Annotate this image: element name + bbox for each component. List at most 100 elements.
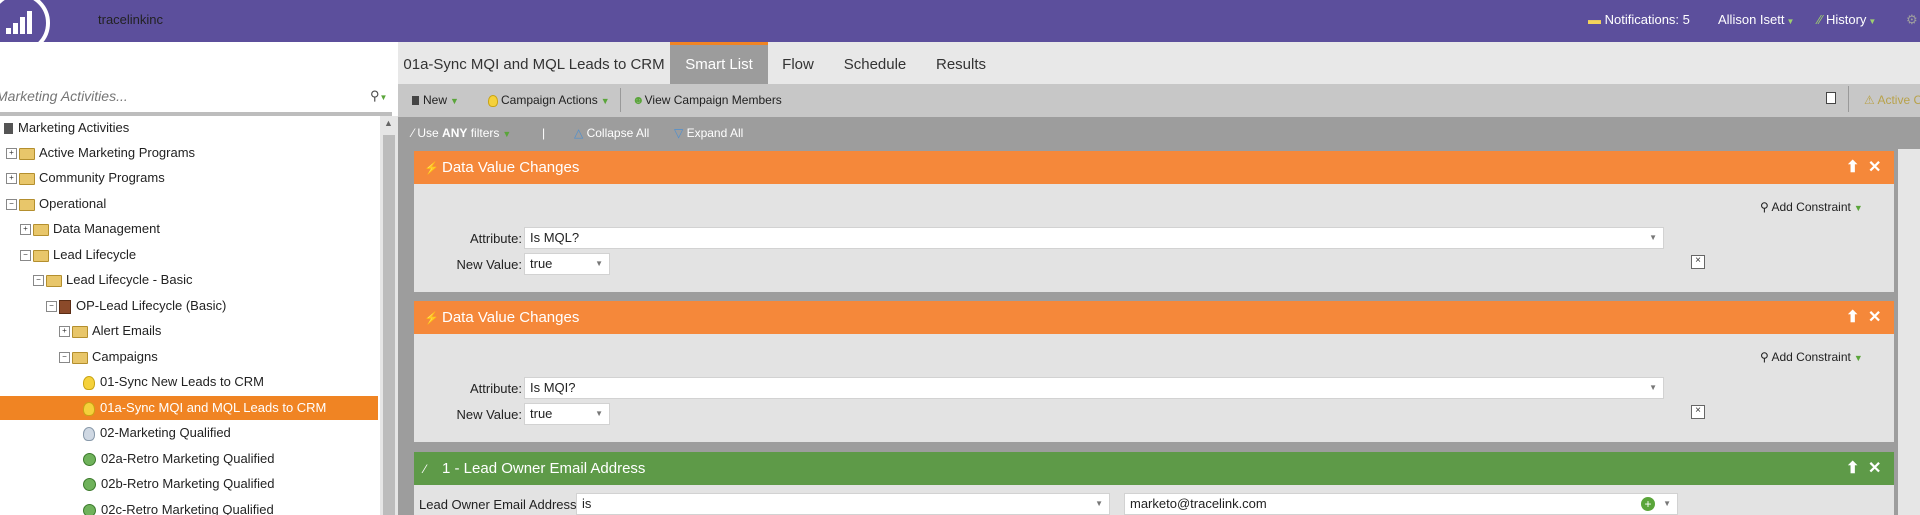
filter-wand-icon[interactable]: ⚲▼: [370, 88, 387, 104]
filter-wand-icon: ⁄: [424, 462, 427, 476]
program-icon: [59, 299, 71, 314]
toolbar-divider: [1848, 86, 1849, 112]
active-status[interactable]: ⚠ Active C: [1864, 93, 1920, 107]
attribute-label: Attribute:: [469, 231, 522, 246]
collapse-icon[interactable]: −: [6, 199, 17, 211]
new-value-label: New Value:: [456, 407, 522, 422]
collapse-all-button[interactable]: △ Collapse All: [574, 126, 649, 140]
tree-item-01a-sync-mqi-mql[interactable]: 01a-Sync MQI and MQL Leads to CRM: [0, 396, 378, 420]
chevron-down-icon: ▼: [1853, 203, 1863, 213]
tab-campaign[interactable]: 01a-Sync MQI and MQL Leads to CRM: [398, 42, 670, 84]
warning-icon: ⚠: [1864, 93, 1875, 107]
move-up-icon[interactable]: ⬆: [1846, 301, 1859, 334]
user-name: Allison Isett: [1718, 12, 1785, 27]
add-value-icon[interactable]: +: [1641, 497, 1655, 511]
view-campaign-members-button[interactable]: ☻View Campaign Members: [632, 93, 782, 107]
folder-icon: [46, 274, 62, 287]
collapse-icon: △: [574, 126, 584, 140]
root-icon: [4, 123, 13, 135]
trigger-header[interactable]: ⚡ Data Value Changes ⬆ ✕: [414, 301, 1894, 334]
collapse-icon[interactable]: −: [46, 301, 57, 313]
close-icon[interactable]: ✕: [1868, 301, 1881, 334]
folder-icon: [72, 325, 88, 338]
tab-smart-list[interactable]: Smart List: [670, 42, 768, 84]
new-icon: [412, 96, 419, 106]
tree-item-active-marketing-programs[interactable]: + Active Marketing Programs: [6, 141, 195, 165]
expand-icon[interactable]: +: [59, 326, 70, 338]
campaign-actions-button[interactable]: Campaign Actions ▼: [488, 93, 610, 107]
chevron-down-icon: ▼: [1649, 383, 1657, 392]
trigger-icon: ⚡: [424, 311, 439, 325]
user-menu[interactable]: Allison Isett ▼: [1718, 12, 1794, 27]
new-value-select[interactable]: true ▼: [524, 403, 610, 425]
tree-item-operational[interactable]: − Operational: [6, 192, 106, 216]
add-constraint-button[interactable]: ⚲ Add Constraint ▼: [1760, 350, 1863, 364]
collapse-icon[interactable]: −: [33, 275, 44, 287]
close-icon[interactable]: ✕: [1868, 452, 1881, 485]
tree-item-02a-retro[interactable]: 02a-Retro Marketing Qualified: [83, 447, 274, 471]
expand-icon[interactable]: +: [6, 173, 17, 185]
folder-icon: [19, 172, 35, 185]
campaign-icon: [83, 401, 95, 416]
print-icon[interactable]: [1826, 92, 1836, 104]
new-button[interactable]: New ▼: [412, 93, 459, 107]
chevron-down-icon: ▼: [1649, 233, 1657, 242]
campaign-icon: [83, 375, 95, 390]
tree-item-lead-lifecycle[interactable]: − Lead Lifecycle: [20, 243, 136, 267]
attribute-select[interactable]: Is MQI? ▼: [524, 377, 1664, 399]
chevron-down-icon: ▼: [1868, 17, 1877, 26]
filter-palette-pane: [1898, 149, 1920, 515]
chevron-down-icon: ▼: [1663, 499, 1671, 508]
close-icon[interactable]: ✕: [1868, 151, 1881, 184]
expand-all-button[interactable]: ▽ Expand All: [674, 126, 743, 140]
tree-item-community-programs[interactable]: + Community Programs: [6, 166, 165, 190]
scroll-up-icon[interactable]: ▲: [384, 118, 393, 128]
tree-item-op-lead-lifecycle-basic[interactable]: − OP-Lead Lifecycle (Basic): [46, 294, 226, 318]
expand-icon[interactable]: +: [6, 148, 17, 160]
notifications-link[interactable]: ▬ Notifications: 5: [1588, 12, 1690, 27]
tab-schedule[interactable]: Schedule: [828, 42, 922, 84]
filter-title: 1 - Lead Owner Email Address: [442, 460, 646, 477]
tab-results[interactable]: Results: [922, 42, 1000, 84]
trigger-title: Data Value Changes: [442, 159, 580, 176]
remove-constraint-icon[interactable]: ×: [1691, 405, 1705, 419]
trigger-header[interactable]: ⚡ Data Value Changes ⬆ ✕: [414, 151, 1894, 184]
scrollbar-thumb[interactable]: [383, 135, 395, 515]
attribute-select[interactable]: Is MQL? ▼: [524, 227, 1664, 249]
tree-item-campaigns[interactable]: − Campaigns: [59, 345, 158, 369]
tree-item-marketing-activities[interactable]: Marketing Activities: [4, 116, 129, 140]
attribute-label: Attribute:: [469, 381, 522, 396]
move-up-icon[interactable]: ⬆: [1846, 151, 1859, 184]
use-any-filters-button[interactable]: ⁄ Use ANY filters ▼: [412, 126, 511, 140]
operator-select[interactable]: is ▼: [576, 493, 1110, 515]
history-label: History: [1825, 12, 1867, 27]
wand-icon: ⁄: [412, 126, 415, 140]
new-value-select[interactable]: true ▼: [524, 253, 610, 275]
toolbar-divider: [620, 88, 621, 112]
tree-item-data-management[interactable]: + Data Management: [20, 217, 160, 241]
settings-icon[interactable]: ⚙: [1906, 12, 1918, 28]
email-value-field[interactable]: marketo@tracelink.com + ▼: [1124, 493, 1678, 515]
tree-item-lead-lifecycle-basic[interactable]: − Lead Lifecycle - Basic: [33, 268, 192, 292]
remove-constraint-icon[interactable]: ×: [1691, 255, 1705, 269]
tree-item-02-marketing-qualified[interactable]: 02-Marketing Qualified: [83, 421, 231, 445]
collapse-icon[interactable]: −: [59, 352, 70, 364]
tree-item-02b-retro[interactable]: 02b-Retro Marketing Qualified: [83, 472, 274, 496]
history-icon: ⁄⁄: [1818, 12, 1823, 27]
expand-icon: ▽: [674, 126, 684, 140]
expand-icon[interactable]: +: [20, 224, 31, 236]
tree-item-01-sync-new-leads[interactable]: 01-Sync New Leads to CRM: [83, 370, 264, 394]
toolbar-separator: |: [542, 126, 546, 140]
tab-flow[interactable]: Flow: [768, 42, 828, 84]
wand-icon: ⚲: [1760, 350, 1769, 364]
chevron-down-icon: ▼: [1095, 499, 1103, 508]
tree-item-alert-emails[interactable]: + Alert Emails: [59, 319, 161, 343]
filter-header[interactable]: ⁄ 1 - Lead Owner Email Address ⬆ ✕: [414, 452, 1894, 485]
search-input[interactable]: [0, 82, 358, 110]
tree-item-02c-retro[interactable]: 02c-Retro Marketing Qualified: [83, 498, 274, 515]
collapse-icon[interactable]: −: [20, 250, 31, 262]
move-up-icon[interactable]: ⬆: [1846, 452, 1859, 485]
history-menu[interactable]: ⁄⁄ History ▼: [1818, 12, 1876, 27]
add-constraint-button[interactable]: ⚲ Add Constraint ▼: [1760, 200, 1863, 214]
lead-owner-email-label: Lead Owner Email Address:: [419, 497, 581, 512]
